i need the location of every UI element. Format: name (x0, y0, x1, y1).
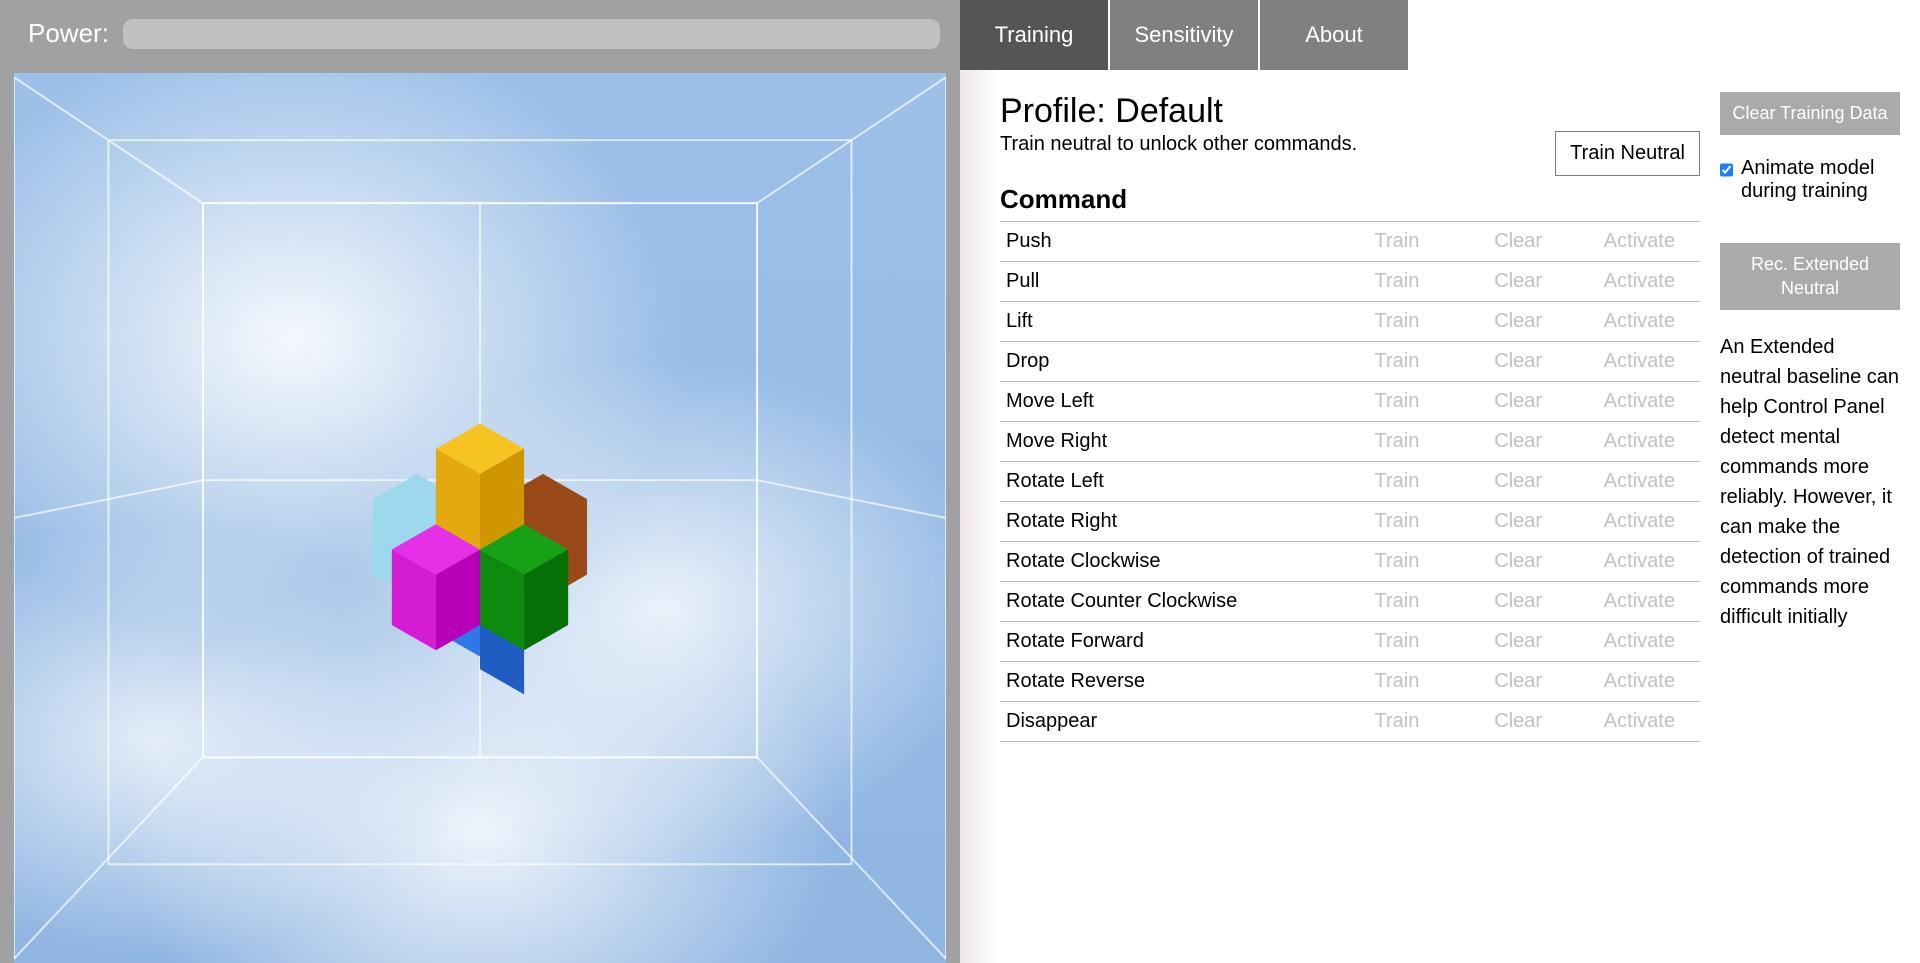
command-clear-button[interactable]: Clear (1458, 262, 1579, 302)
command-clear-button[interactable]: Clear (1458, 702, 1579, 742)
command-row: Rotate ForwardTrainClearActivate (1000, 622, 1700, 662)
command-train-button[interactable]: Train (1336, 462, 1457, 502)
command-row: Move RightTrainClearActivate (1000, 422, 1700, 462)
command-activate-button[interactable]: Activate (1579, 662, 1700, 702)
command-train-button[interactable]: Train (1336, 502, 1457, 542)
command-activate-button[interactable]: Activate (1579, 542, 1700, 582)
command-train-button[interactable]: Train (1336, 342, 1457, 382)
command-train-button[interactable]: Train (1336, 422, 1457, 462)
command-row: PushTrainClearActivate (1000, 222, 1700, 262)
command-train-button[interactable]: Train (1336, 702, 1457, 742)
command-row: Rotate ClockwiseTrainClearActivate (1000, 542, 1700, 582)
profile-title: Profile: Default (1000, 92, 1357, 131)
power-label: Power: (28, 18, 109, 49)
command-name: Pull (1000, 262, 1336, 302)
rec-extended-button[interactable]: Rec. Extended Neutral (1720, 243, 1900, 310)
command-train-button[interactable]: Train (1336, 302, 1457, 342)
cube-green (480, 524, 568, 650)
command-row: Rotate ReverseTrainClearActivate (1000, 662, 1700, 702)
extended-description: An Extended neutral baseline can help Co… (1720, 332, 1900, 632)
command-clear-button[interactable]: Clear (1458, 462, 1579, 502)
command-row: DropTrainClearActivate (1000, 342, 1700, 382)
power-meter (123, 19, 940, 49)
command-row: DisappearTrainClearActivate (1000, 702, 1700, 742)
command-name: Rotate Reverse (1000, 662, 1336, 702)
right-pane: Training Sensitivity About Profile: Defa… (960, 0, 1920, 963)
command-train-button[interactable]: Train (1336, 582, 1457, 622)
cube-cluster (373, 424, 587, 695)
command-train-button[interactable]: Train (1336, 622, 1457, 662)
tab-training[interactable]: Training (960, 0, 1110, 70)
command-clear-button[interactable]: Clear (1458, 302, 1579, 342)
command-name: Rotate Right (1000, 502, 1336, 542)
command-name: Rotate Counter Clockwise (1000, 582, 1336, 622)
command-row: Rotate LeftTrainClearActivate (1000, 462, 1700, 502)
animate-label: Animate model during training (1741, 157, 1900, 203)
train-neutral-button[interactable]: Train Neutral (1555, 131, 1700, 176)
command-train-button[interactable]: Train (1336, 662, 1457, 702)
command-name: Disappear (1000, 702, 1336, 742)
command-name: Rotate Forward (1000, 622, 1336, 662)
clear-training-button[interactable]: Clear Training Data (1720, 92, 1900, 135)
power-bar: Power: (0, 0, 960, 63)
command-clear-button[interactable]: Clear (1458, 582, 1579, 622)
command-name: Rotate Clockwise (1000, 542, 1336, 582)
command-activate-button[interactable]: Activate (1579, 422, 1700, 462)
3d-viewport[interactable] (14, 73, 946, 963)
command-header: Command (1000, 184, 1700, 215)
tab-sensitivity[interactable]: Sensitivity (1110, 0, 1260, 70)
command-row: PullTrainClearActivate (1000, 262, 1700, 302)
command-activate-button[interactable]: Activate (1579, 262, 1700, 302)
command-activate-button[interactable]: Activate (1579, 502, 1700, 542)
command-train-button[interactable]: Train (1336, 262, 1457, 302)
left-pane: Power: (0, 0, 960, 963)
command-clear-button[interactable]: Clear (1458, 342, 1579, 382)
profile-subtitle: Train neutral to unlock other commands. (1000, 133, 1357, 156)
right-body: Profile: Default Train neutral to unlock… (960, 70, 1920, 963)
command-clear-button[interactable]: Clear (1458, 502, 1579, 542)
main-column: Profile: Default Train neutral to unlock… (1000, 92, 1720, 963)
command-row: Move LeftTrainClearActivate (1000, 382, 1700, 422)
command-activate-button[interactable]: Activate (1579, 462, 1700, 502)
command-row: Rotate RightTrainClearActivate (1000, 502, 1700, 542)
command-activate-button[interactable]: Activate (1579, 382, 1700, 422)
side-column: Clear Training Data Animate model during… (1720, 92, 1920, 963)
tabs: Training Sensitivity About (960, 0, 1920, 70)
command-row: Rotate Counter ClockwiseTrainClearActiva… (1000, 582, 1700, 622)
command-name: Drop (1000, 342, 1336, 382)
command-activate-button[interactable]: Activate (1579, 622, 1700, 662)
command-name: Lift (1000, 302, 1336, 342)
command-train-button[interactable]: Train (1336, 382, 1457, 422)
command-train-button[interactable]: Train (1336, 542, 1457, 582)
command-clear-button[interactable]: Clear (1458, 662, 1579, 702)
command-activate-button[interactable]: Activate (1579, 582, 1700, 622)
command-name: Rotate Left (1000, 462, 1336, 502)
profile-row: Profile: Default Train neutral to unlock… (1000, 92, 1700, 184)
command-clear-button[interactable]: Clear (1458, 422, 1579, 462)
command-activate-button[interactable]: Activate (1579, 702, 1700, 742)
command-train-button[interactable]: Train (1336, 222, 1457, 262)
tab-about[interactable]: About (1260, 0, 1410, 70)
command-activate-button[interactable]: Activate (1579, 342, 1700, 382)
animate-checkbox[interactable] (1720, 162, 1733, 178)
command-activate-button[interactable]: Activate (1579, 302, 1700, 342)
command-clear-button[interactable]: Clear (1458, 222, 1579, 262)
animate-checkbox-row[interactable]: Animate model during training (1720, 157, 1900, 203)
command-table: PushTrainClearActivatePullTrainClearActi… (1000, 221, 1700, 742)
command-row: LiftTrainClearActivate (1000, 302, 1700, 342)
command-clear-button[interactable]: Clear (1458, 542, 1579, 582)
scene-svg (14, 73, 946, 963)
cube-yellow (436, 424, 524, 550)
command-name: Move Right (1000, 422, 1336, 462)
cube-magenta (392, 524, 480, 650)
command-activate-button[interactable]: Activate (1579, 222, 1700, 262)
viewport-wrap (0, 63, 960, 963)
command-name: Push (1000, 222, 1336, 262)
command-clear-button[interactable]: Clear (1458, 382, 1579, 422)
command-name: Move Left (1000, 382, 1336, 422)
command-clear-button[interactable]: Clear (1458, 622, 1579, 662)
tab-spacer (1410, 0, 1920, 70)
